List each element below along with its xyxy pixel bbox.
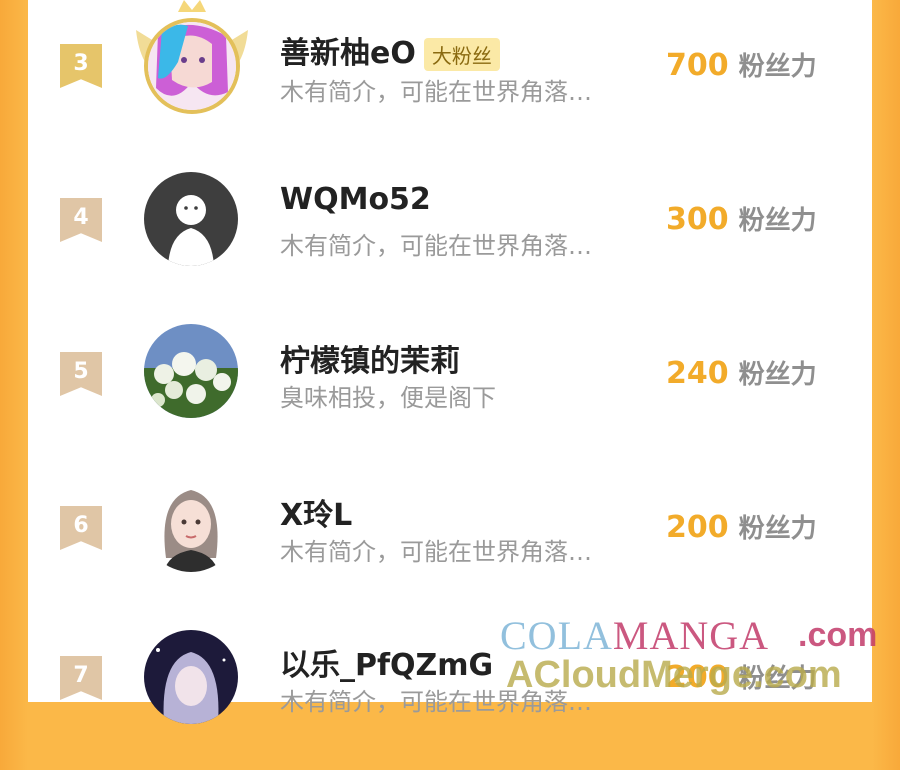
score-unit: 粉丝力 <box>738 52 817 82</box>
list-item[interactable]: 7 以乐_PfQZmG 木有简介，可能在世界角落… 200 粉丝力 <box>28 616 872 770</box>
score-unit: 粉丝力 <box>738 360 817 390</box>
user-name[interactable]: 柠檬镇的茉莉 <box>280 336 460 380</box>
user-bio: 木有简介，可能在世界角落… <box>280 232 592 260</box>
rank-badge: 7 <box>60 656 102 700</box>
avatar[interactable] <box>144 172 238 266</box>
avatar[interactable] <box>144 324 238 418</box>
fan-score: 700 粉丝力 <box>666 46 817 83</box>
list-item[interactable]: 6 X玲L 木有简介，可能在世界角落… 200 粉丝力 <box>28 462 872 616</box>
fan-score: 240 粉丝力 <box>666 354 817 391</box>
score-unit: 粉丝力 <box>738 206 817 236</box>
score-value: 240 <box>666 356 729 391</box>
user-bio: 木有简介，可能在世界角落… <box>280 78 592 106</box>
rank-badge: 4 <box>60 198 102 242</box>
rank-number: 4 <box>73 205 89 230</box>
score-value: 200 <box>666 660 729 695</box>
rank-number: 3 <box>73 51 89 76</box>
fan-score: 300 粉丝力 <box>666 200 817 237</box>
score-value: 200 <box>666 510 729 545</box>
user-name[interactable]: 善新柚eO 大粉丝 <box>280 28 500 72</box>
ranking-card: 3 善新柚eO 大粉丝 木有简介，可能在世界角落… 700 粉丝力 4 WQMo… <box>28 0 872 724</box>
rank-badge: 3 <box>60 44 102 88</box>
avatar[interactable] <box>144 630 238 724</box>
user-bio: 木有简介，可能在世界角落… <box>280 688 592 716</box>
score-unit: 粉丝力 <box>738 514 817 544</box>
user-bio: 木有简介，可能在世界角落… <box>280 538 592 566</box>
user-name[interactable]: WQMo52 <box>280 182 431 217</box>
fan-score: 200 粉丝力 <box>666 508 817 545</box>
score-unit: 粉丝力 <box>738 664 817 694</box>
user-name[interactable]: X玲L <box>280 490 352 534</box>
rank-badge: 5 <box>60 352 102 396</box>
list-item[interactable]: 5 柠檬镇的茉莉 臭味相投，便是阁下 240 粉丝力 <box>28 308 872 462</box>
rank-number: 5 <box>73 359 89 384</box>
avatar[interactable] <box>144 18 240 114</box>
list-item[interactable]: 4 WQMo52 木有简介，可能在世界角落… 300 粉丝力 <box>28 154 872 308</box>
rank-number: 6 <box>73 513 89 538</box>
user-name[interactable]: 以乐_PfQZmG <box>280 640 493 684</box>
fan-score: 200 粉丝力 <box>666 658 817 695</box>
rank-badge: 6 <box>60 506 102 550</box>
score-value: 300 <box>666 202 729 237</box>
rank-number: 7 <box>73 663 89 688</box>
fan-badge: 大粉丝 <box>423 38 500 71</box>
user-bio: 臭味相投，便是阁下 <box>280 384 496 412</box>
list-item[interactable]: 3 善新柚eO 大粉丝 木有简介，可能在世界角落… 700 粉丝力 <box>28 0 872 154</box>
score-value: 700 <box>666 48 729 83</box>
avatar[interactable] <box>144 478 238 572</box>
